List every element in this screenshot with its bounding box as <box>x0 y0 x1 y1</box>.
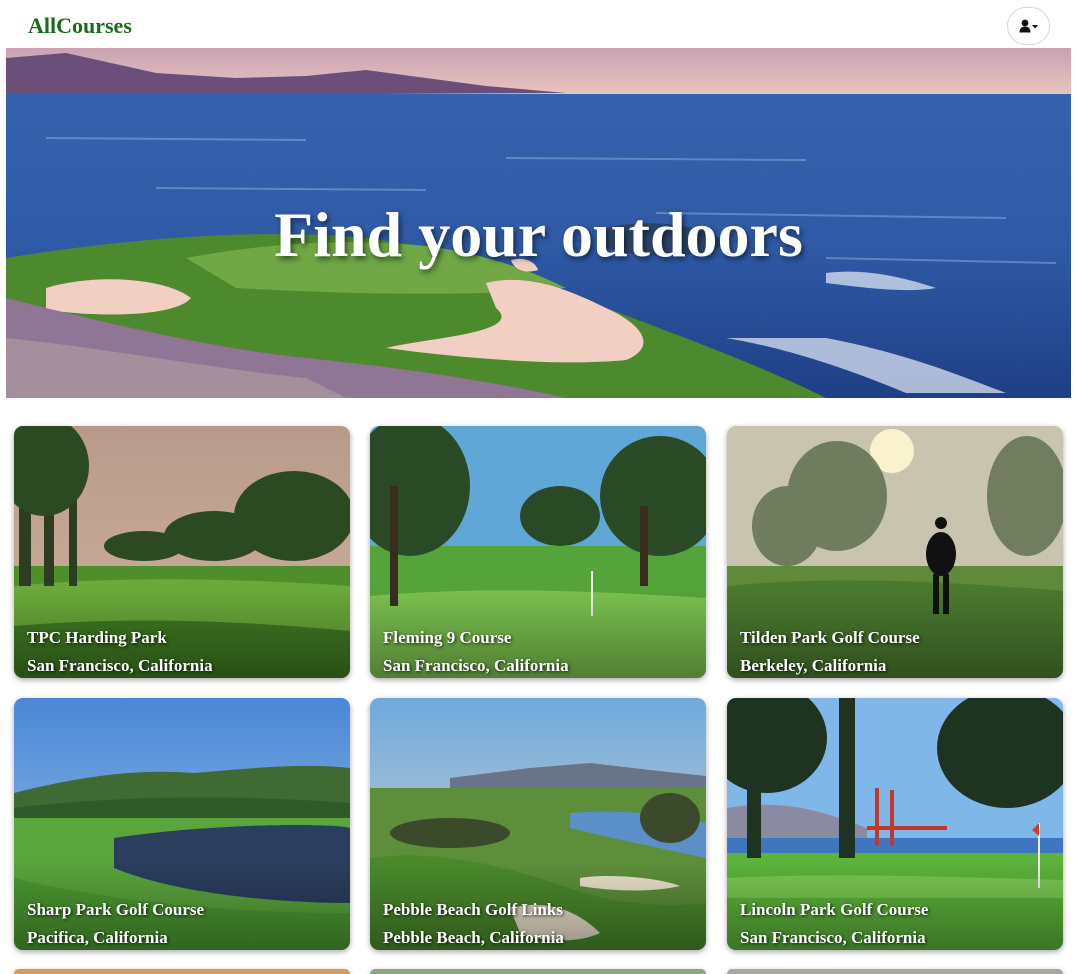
course-card-partial[interactable] <box>727 969 1063 974</box>
course-location: San Francisco, California <box>27 656 213 675</box>
user-menu-button[interactable] <box>1007 7 1050 45</box>
course-location: Berkeley, California <box>740 656 887 675</box>
user-dropdown-icon <box>1019 19 1038 33</box>
hero-title: Find your outdoors <box>274 199 803 270</box>
course-card[interactable]: Lincoln Park Golf Course San Francisco, … <box>727 698 1063 950</box>
course-name: Pebble Beach Golf Links <box>383 900 563 919</box>
course-name: Sharp Park Golf Course <box>27 900 205 919</box>
course-name: Fleming 9 Course <box>383 628 512 647</box>
course-name: Lincoln Park Golf Course <box>740 900 929 919</box>
course-location: San Francisco, California <box>383 656 569 675</box>
course-card[interactable]: Fleming 9 Course San Francisco, Californ… <box>370 426 706 678</box>
course-name: TPC Harding Park <box>27 628 167 647</box>
course-card-partial[interactable] <box>14 969 350 974</box>
top-navbar: AllCourses <box>0 0 1077 48</box>
brand-logo[interactable]: AllCourses <box>28 13 132 39</box>
course-location: San Francisco, California <box>740 928 926 947</box>
course-card-partial[interactable] <box>370 969 706 974</box>
hero-banner: Find your outdoors <box>6 48 1071 398</box>
course-card[interactable]: Sharp Park Golf Course Pacifica, Califor… <box>14 698 350 950</box>
course-name: Tilden Park Golf Course <box>740 628 920 647</box>
course-card[interactable]: Pebble Beach Golf Links Pebble Beach, Ca… <box>370 698 706 950</box>
course-location: Pebble Beach, California <box>383 928 564 947</box>
course-card[interactable]: TPC Harding Park San Francisco, Californ… <box>14 426 350 678</box>
course-location: Pacifica, California <box>27 928 168 947</box>
course-card[interactable]: Tilden Park Golf Course Berkeley, Califo… <box>727 426 1063 678</box>
